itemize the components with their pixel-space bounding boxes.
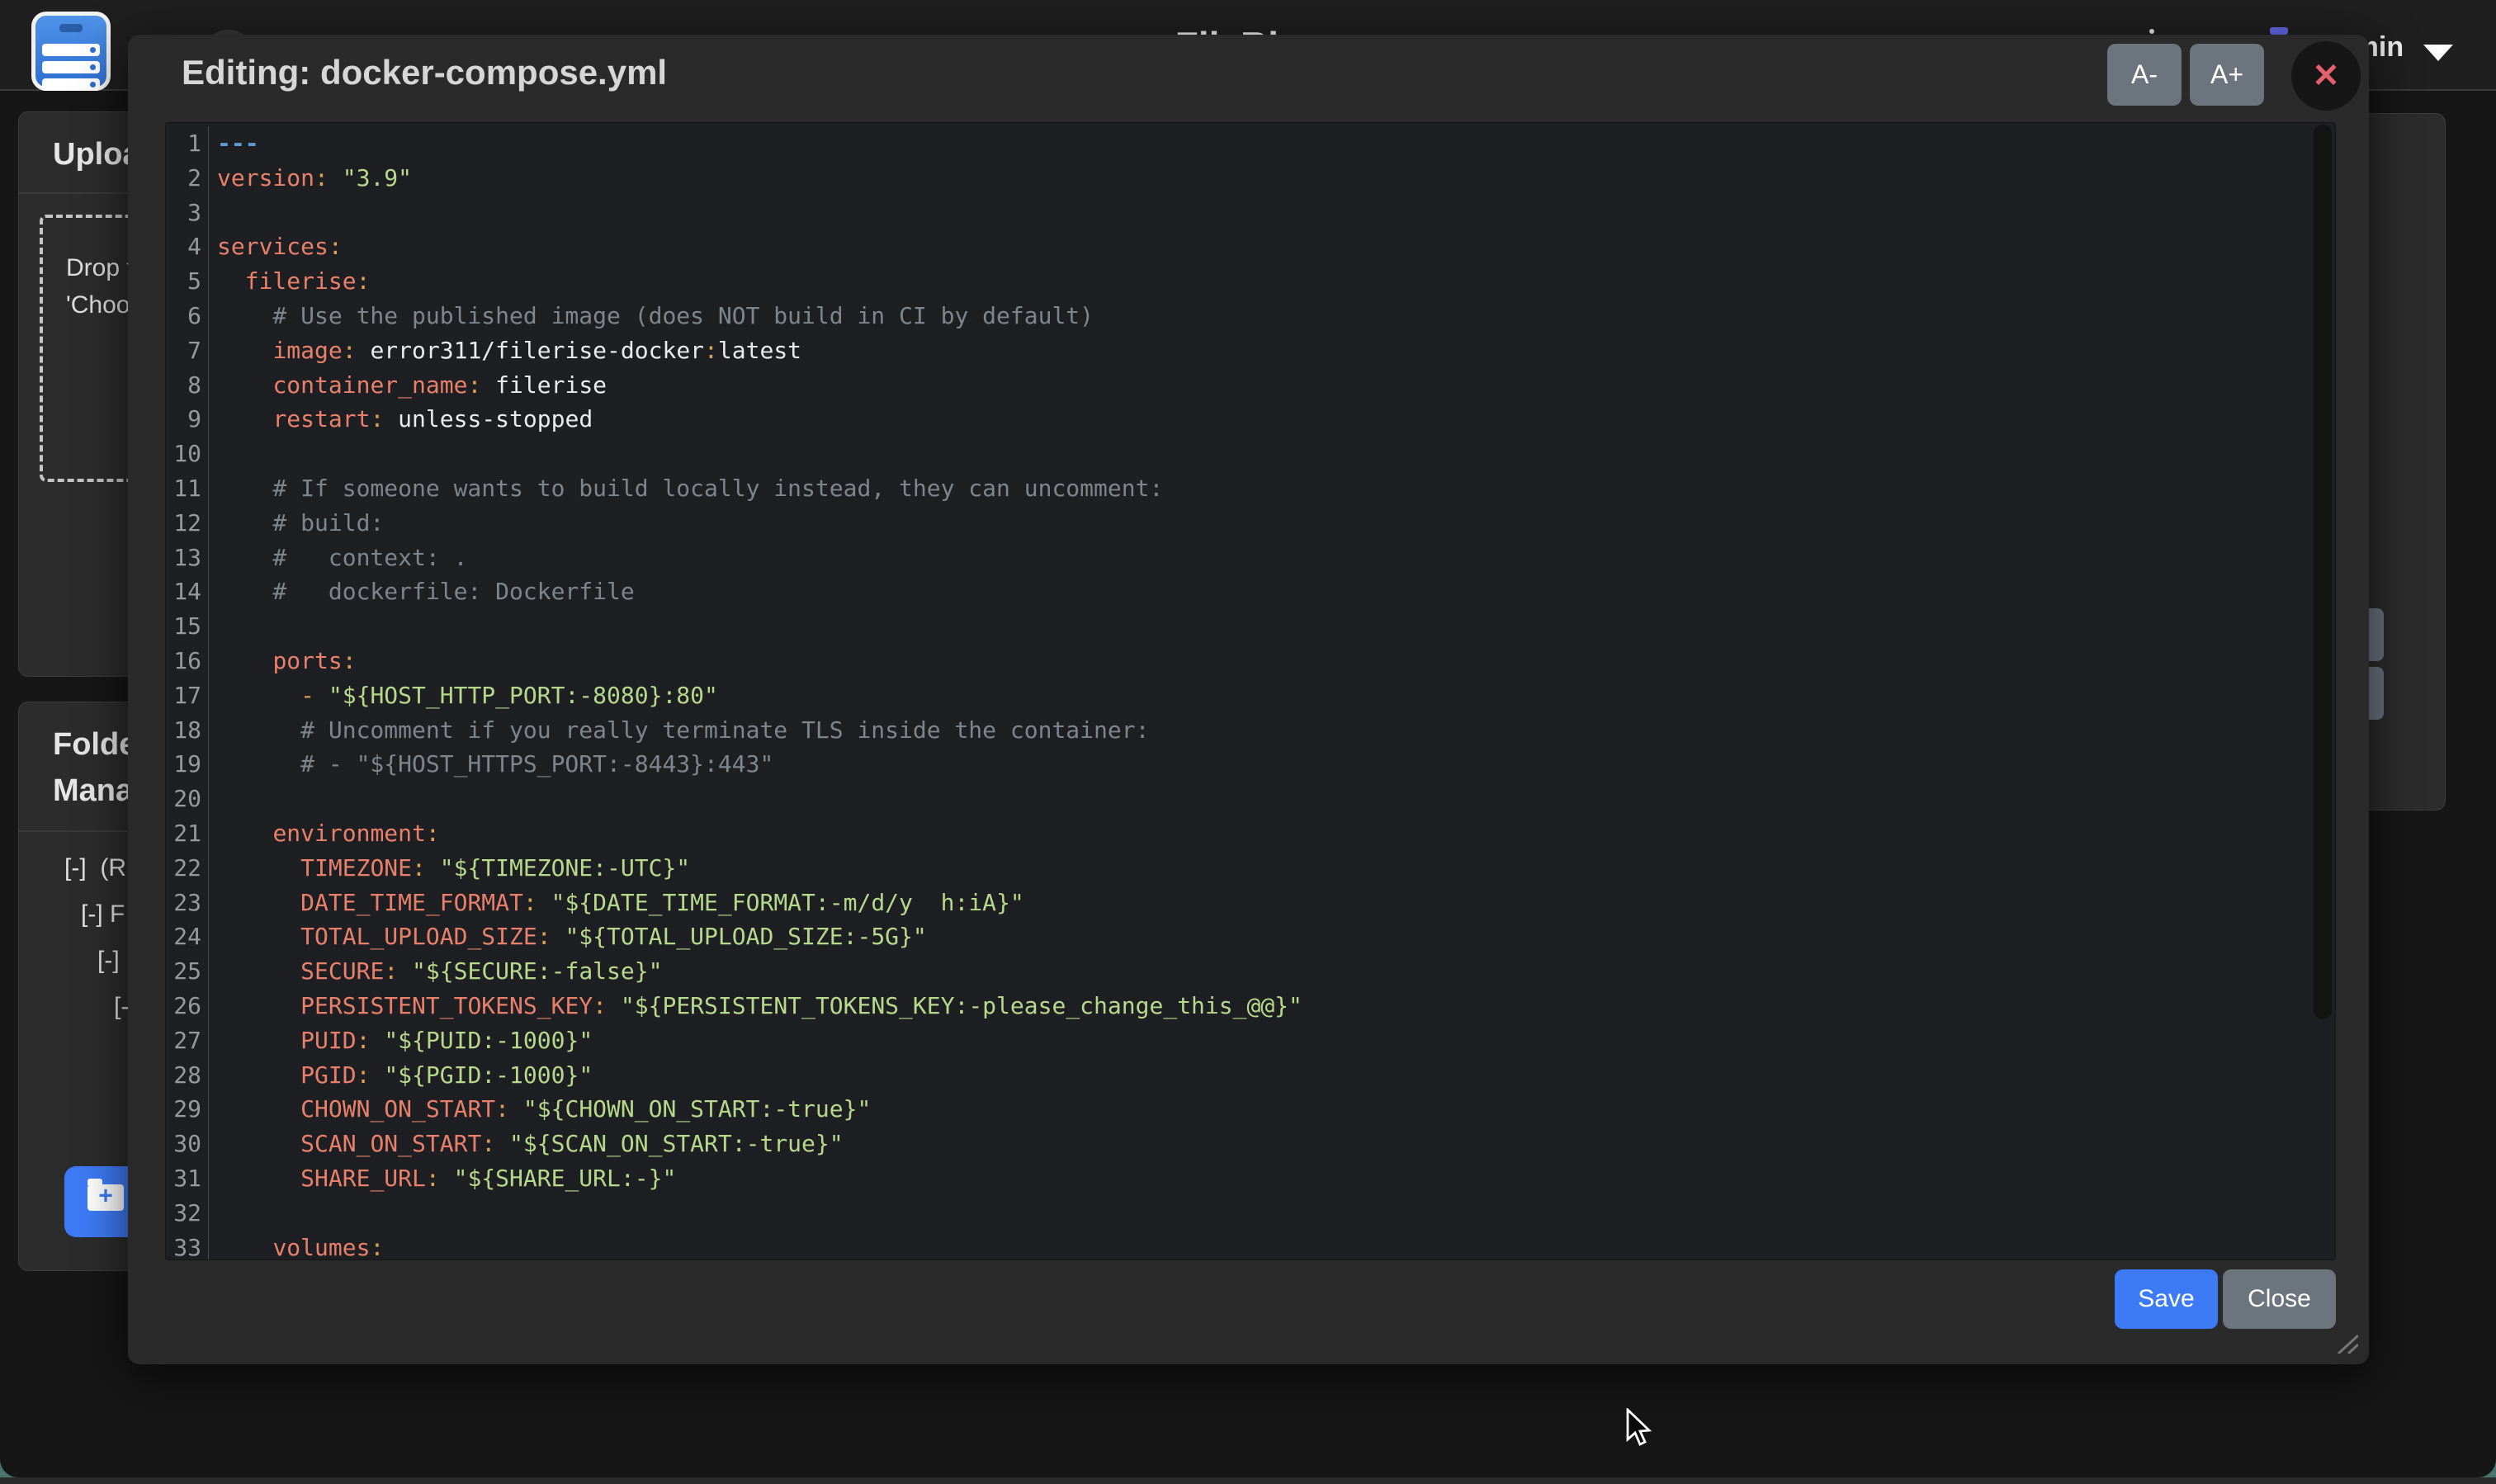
code-line[interactable]: CHOWN_ON_START: "${CHOWN_ON_START:-true}… <box>217 1092 2302 1127</box>
folder-tree-item[interactable]: [- <box>114 993 129 1021</box>
code-line[interactable]: # dockerfile: Dockerfile <box>217 574 2302 609</box>
line-number: 12 <box>166 506 201 541</box>
code-line[interactable] <box>217 1196 2302 1231</box>
line-number: 24 <box>166 919 201 954</box>
line-number: 5 <box>166 264 201 299</box>
folder-tree-item[interactable]: [-] F <box>81 900 125 929</box>
line-number: 26 <box>166 989 201 1023</box>
line-number: 8 <box>166 368 201 403</box>
code-line[interactable]: # Uncomment if you really terminate TLS … <box>217 713 2302 748</box>
line-number: 3 <box>166 196 201 230</box>
code-line[interactable]: ports: <box>217 644 2302 678</box>
code-line[interactable]: version: "3.9" <box>217 161 2302 196</box>
header-icon-fragment <box>2149 29 2154 34</box>
line-number: 1 <box>166 126 201 161</box>
line-number: 7 <box>166 333 201 368</box>
code-line[interactable]: services: <box>217 229 2302 264</box>
code-line[interactable]: PERSISTENT_TOKENS_KEY: "${PERSISTENT_TOK… <box>217 989 2302 1023</box>
browser-window: FileRise admin Upload Drop fi 'Choo Fold… <box>0 0 2496 1477</box>
bottom-strip <box>0 1477 2496 1484</box>
line-number: 22 <box>166 851 201 886</box>
code-line[interactable] <box>217 437 2302 471</box>
folder-plus-icon <box>87 1184 124 1211</box>
code-line[interactable]: SCAN_ON_START: "${SCAN_ON_START:-true}" <box>217 1127 2302 1161</box>
line-number: 23 <box>166 886 201 920</box>
filerise-logo-icon[interactable] <box>31 12 111 91</box>
code-line[interactable]: image: error311/filerise-docker:latest <box>217 333 2302 368</box>
line-number: 6 <box>166 299 201 333</box>
code-line[interactable]: PGID: "${PGID:-1000}" <box>217 1058 2302 1093</box>
line-number: 31 <box>166 1161 201 1196</box>
screen: FileRise admin Upload Drop fi 'Choo Fold… <box>0 0 2496 1484</box>
code-line[interactable] <box>217 609 2302 644</box>
logo-slot <box>59 24 83 32</box>
line-number: 11 <box>166 471 201 506</box>
logo-bar <box>42 61 100 73</box>
code-line[interactable] <box>217 196 2302 230</box>
code-line[interactable]: DATE_TIME_FORMAT: "${DATE_TIME_FORMAT:-m… <box>217 886 2302 920</box>
code-line[interactable]: environment: <box>217 816 2302 851</box>
code-line[interactable]: # Use the published image (does NOT buil… <box>217 299 2302 333</box>
line-number: 4 <box>166 229 201 264</box>
close-icon[interactable]: ✕ <box>2291 41 2361 111</box>
edit-file-modal: Editing: docker-compose.yml A- A+ ✕ 1234… <box>128 35 2369 1364</box>
code-line[interactable]: TOTAL_UPLOAD_SIZE: "${TOTAL_UPLOAD_SIZE:… <box>217 919 2302 954</box>
header-badge-fragment <box>2270 27 2288 35</box>
code-line[interactable]: PUID: "${PUID:-1000}" <box>217 1023 2302 1058</box>
logo-bar <box>42 44 100 56</box>
code-editor[interactable]: 1234567891011121314151617181920212223242… <box>165 122 2336 1260</box>
line-number: 19 <box>166 747 201 782</box>
line-number: 10 <box>166 437 201 471</box>
line-number-gutter: 1234567891011121314151617181920212223242… <box>166 126 209 1260</box>
folder-tree-item[interactable]: [-] (R <box>64 854 126 882</box>
modal-title: Editing: docker-compose.yml <box>182 53 667 92</box>
code-line[interactable] <box>217 782 2302 816</box>
code-line[interactable]: TIMEZONE: "${TIMEZONE:-UTC}" <box>217 851 2302 886</box>
dropzone-text: 'Choo <box>66 291 130 319</box>
resize-handle[interactable] <box>2333 1332 2358 1354</box>
code-line[interactable]: volumes: <box>217 1231 2302 1261</box>
code-line[interactable]: - "${HOST_HTTP_PORT:-8080}:80" <box>217 678 2302 713</box>
close-button[interactable]: Close <box>2223 1269 2336 1329</box>
code-line[interactable]: restart: unless-stopped <box>217 402 2302 437</box>
mouse-cursor <box>1624 1408 1657 1446</box>
line-number: 9 <box>166 402 201 437</box>
line-number: 29 <box>166 1092 201 1127</box>
code-line[interactable]: container_name: filerise <box>217 368 2302 403</box>
line-number: 32 <box>166 1196 201 1231</box>
code-line[interactable]: SHARE_URL: "${SHARE_URL:-}" <box>217 1161 2302 1196</box>
font-decrease-button[interactable]: A- <box>2107 44 2182 106</box>
line-number: 25 <box>166 954 201 989</box>
line-number: 15 <box>166 609 201 644</box>
line-number: 17 <box>166 678 201 713</box>
code-line[interactable]: --- <box>217 126 2302 161</box>
code-content[interactable]: ---version: "3.9" services: filerise: # … <box>217 126 2302 1260</box>
folder-tree-item[interactable]: [-] <box>97 947 120 975</box>
code-line[interactable]: # - "${HOST_HTTPS_PORT:-8443}:443" <box>217 747 2302 782</box>
line-number: 28 <box>166 1058 201 1093</box>
logo-bar <box>42 78 100 91</box>
line-number: 16 <box>166 644 201 678</box>
line-number: 18 <box>166 713 201 748</box>
line-number: 20 <box>166 782 201 816</box>
code-line[interactable]: SECURE: "${SECURE:-false}" <box>217 954 2302 989</box>
font-increase-button[interactable]: A+ <box>2190 44 2264 106</box>
code-line[interactable]: # build: <box>217 506 2302 541</box>
vertical-scrollbar[interactable] <box>2314 125 2332 1019</box>
line-number: 21 <box>166 816 201 851</box>
code-line[interactable]: # If someone wants to build locally inst… <box>217 471 2302 506</box>
line-number: 14 <box>166 574 201 609</box>
line-number: 13 <box>166 541 201 575</box>
code-line[interactable]: # context: . <box>217 541 2302 575</box>
line-number: 27 <box>166 1023 201 1058</box>
line-number: 2 <box>166 161 201 196</box>
save-button[interactable]: Save <box>2115 1269 2218 1329</box>
code-line[interactable]: filerise: <box>217 264 2302 299</box>
chevron-down-icon[interactable] <box>2423 45 2453 61</box>
line-number: 33 <box>166 1231 201 1261</box>
line-number: 30 <box>166 1127 201 1161</box>
